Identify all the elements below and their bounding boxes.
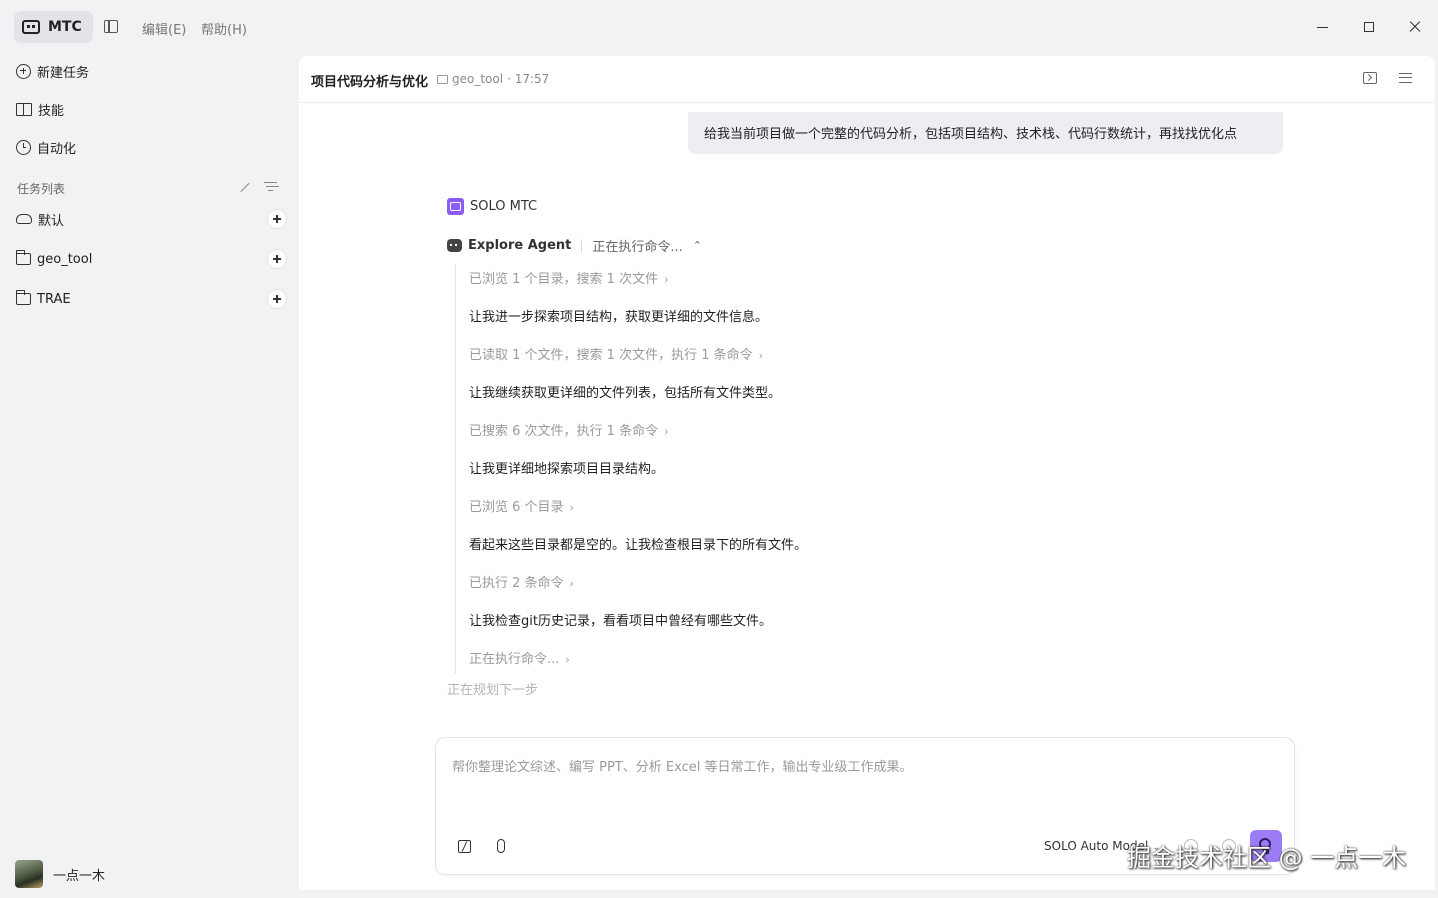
task-group-trae[interactable]: TRAE xyxy=(15,287,286,311)
attachment-icon[interactable] xyxy=(497,839,505,853)
prompt-input[interactable]: 帮你整理论文综述、编写 PPT、分析 Excel 等日常工作，输出专业级工作成果… xyxy=(452,756,912,775)
explore-agent-status: 正在执行命令... xyxy=(592,240,683,255)
step-text: 已搜索 6 次文件，执行 1 条命令 xyxy=(469,424,659,439)
add-task-button[interactable] xyxy=(268,250,286,268)
solo-agent-icon xyxy=(447,198,464,215)
user-name: 一点一木 xyxy=(53,868,106,884)
step-text: 正在执行命令... xyxy=(469,652,560,667)
step-message: 让我更详细地探索项目目录结构。 xyxy=(469,458,664,477)
close-icon[interactable] xyxy=(1405,17,1425,37)
sidebar-toggle-icon[interactable] xyxy=(104,20,118,33)
step-summary[interactable]: 已搜索 6 次文件，执行 1 条命令 › xyxy=(469,420,668,439)
skills-book-icon xyxy=(16,102,32,116)
minimize-icon[interactable] xyxy=(1313,17,1333,37)
step-summary[interactable]: 已浏览 1 个目录，搜索 1 次文件 › xyxy=(469,268,668,287)
task-group-label: geo_tool xyxy=(37,251,93,267)
step-text: 让我更详细地探索项目目录结构。 xyxy=(469,462,665,477)
step-text: 让我继续获取更详细的文件列表，包括所有文件类型。 xyxy=(469,386,782,401)
sidebar-item-label: 技能 xyxy=(38,103,65,119)
avatar xyxy=(15,860,43,888)
new-task-icon xyxy=(16,63,31,79)
sidebar-item-skills[interactable]: 技能 xyxy=(16,97,64,121)
explore-agent-name: Explore Agent xyxy=(468,238,572,253)
task-list-tools xyxy=(238,181,277,193)
chevron-right-icon: › xyxy=(664,273,669,286)
sidebar-item-automation[interactable]: 自动化 xyxy=(16,135,76,159)
step-message: 看起来这些目录都是空的。让我检查根目录下的所有文件。 xyxy=(469,534,807,553)
task-folder: geo_tool xyxy=(452,72,504,86)
panel-menu-icon[interactable] xyxy=(1399,72,1413,84)
step-summary[interactable]: 已执行 2 条命令 › xyxy=(469,572,574,591)
step-text: 让我检查git历史记录，看看项目中曾经有哪些文件。 xyxy=(469,614,772,629)
page-title: 项目代码分析与优化 xyxy=(311,75,429,90)
expand-icon[interactable] xyxy=(238,181,250,193)
add-task-button[interactable] xyxy=(268,290,286,308)
title-bar: MTC 编辑(E) 帮助(H) xyxy=(0,0,1438,54)
step-summary[interactable]: 正在执行命令... › xyxy=(469,648,570,667)
collapse-icon[interactable]: ⌃ xyxy=(693,239,702,252)
chevron-right-icon: › xyxy=(758,349,764,362)
sidebar-item-new-task[interactable]: 新建任务 xyxy=(16,59,89,83)
step-text: 看起来这些目录都是空的。让我检查根目录下的所有文件。 xyxy=(469,538,808,553)
chevron-right-icon: › xyxy=(565,653,570,666)
app-brand-button[interactable]: MTC xyxy=(14,11,93,43)
robot-icon xyxy=(447,239,462,252)
chevron-right-icon: › xyxy=(569,577,574,590)
agent-steps: 已浏览 1 个目录，搜索 1 次文件 › 让我进一步探索项目结构，获取更详细的文件… xyxy=(455,264,807,674)
slash-command-icon[interactable] xyxy=(458,840,471,853)
task-time: · 17:57 xyxy=(507,72,550,86)
step-summary[interactable]: 已浏览 6 个目录 › xyxy=(469,496,574,515)
task-header: 项目代码分析与优化 geo_tool · 17:57 xyxy=(299,56,1435,103)
chevron-right-icon: › xyxy=(569,501,574,514)
task-group-label: 默认 xyxy=(38,213,65,229)
step-text: 已读取 1 个文件，搜索 1 次文件，执行 1 条命令 xyxy=(469,348,753,363)
step-message: 让我检查git历史记录，看看项目中曾经有哪些文件。 xyxy=(469,610,772,629)
watermark: 掘金技术社区 @ 一点一木 xyxy=(1127,844,1407,872)
task-group-default[interactable]: 默认 xyxy=(16,207,286,231)
user-profile[interactable]: 一点一木 xyxy=(15,860,105,888)
step-message: 让我进一步探索项目结构，获取更详细的文件信息。 xyxy=(469,306,768,325)
menu-help[interactable]: 帮助(H) xyxy=(201,19,247,38)
explore-agent-header[interactable]: Explore Agent 正在执行命令... ⌃ xyxy=(447,236,702,255)
step-message: 让我继续获取更详细的文件列表，包括所有文件类型。 xyxy=(469,382,781,401)
task-list-title: 任务列表 xyxy=(17,182,66,196)
sidebar-item-label: 自动化 xyxy=(37,141,77,157)
task-group-label: TRAE xyxy=(37,291,71,307)
agent-label: SOLO MTC xyxy=(447,198,537,215)
folder-icon xyxy=(437,74,448,84)
automation-clock-icon xyxy=(16,139,31,155)
menu-edit[interactable]: 编辑(E) xyxy=(142,19,186,38)
task-meta: geo_tool · 17:57 xyxy=(437,72,549,86)
cloud-icon xyxy=(16,214,32,224)
app-brand-label: MTC xyxy=(48,19,82,35)
step-summary[interactable]: 已读取 1 个文件，搜索 1 次文件，执行 1 条命令 › xyxy=(469,344,763,363)
filter-icon[interactable] xyxy=(264,181,277,193)
sidebar: 新建任务 技能 自动化 任务列表 默认 geo_tool TRAE 一点一木 xyxy=(0,54,299,898)
step-text: 已浏览 6 个目录 xyxy=(469,500,564,515)
planning-status: 正在规划下一步 xyxy=(447,683,539,698)
task-group-geo-tool[interactable]: geo_tool xyxy=(15,247,286,271)
add-task-button[interactable] xyxy=(268,210,286,228)
user-message: 给我当前项目做一个完整的代码分析，包括项目结构、技术栈、代码行数统计，再找找优化… xyxy=(688,112,1283,154)
mtc-logo-icon xyxy=(22,20,40,34)
step-text: 已执行 2 条命令 xyxy=(469,576,564,591)
chevron-right-icon: › xyxy=(664,425,669,438)
terminal-icon[interactable] xyxy=(1363,72,1377,84)
agent-name: SOLO MTC xyxy=(470,199,538,214)
step-text: 已浏览 1 个目录，搜索 1 次文件 xyxy=(469,272,659,287)
maximize-icon[interactable] xyxy=(1359,17,1379,37)
step-text: 让我进一步探索项目结构，获取更详细的文件信息。 xyxy=(469,310,769,325)
main-panel: 项目代码分析与优化 geo_tool · 17:57 给我当前项目做一个完整的代… xyxy=(299,56,1435,890)
folder-icon xyxy=(15,290,31,305)
sidebar-item-label: 新建任务 xyxy=(37,65,90,81)
folder-icon xyxy=(15,250,31,265)
user-message-text: 给我当前项目做一个完整的代码分析，包括项目结构、技术栈、代码行数统计，再找找优化… xyxy=(704,127,1238,142)
